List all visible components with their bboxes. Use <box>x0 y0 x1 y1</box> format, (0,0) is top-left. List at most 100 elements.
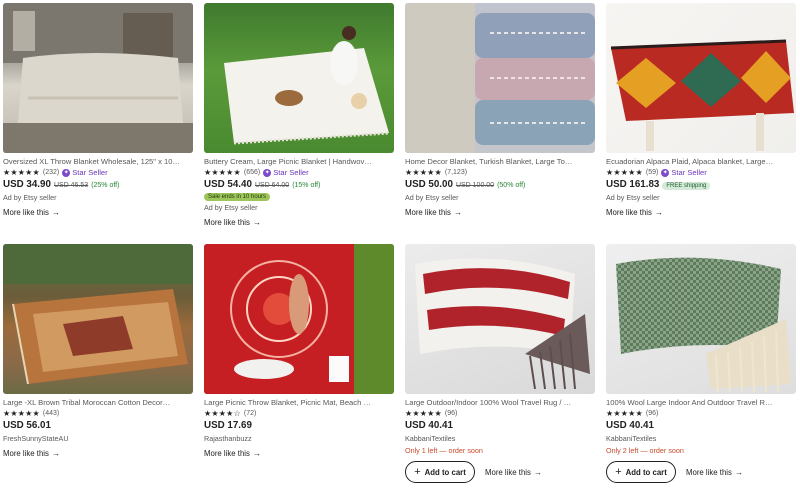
more-like-this-button[interactable]: More like this → <box>405 208 462 217</box>
rating-stars: ★★★★☆ <box>204 408 241 418</box>
price: USD 54.40 <box>204 179 252 190</box>
more-like-this-label: More like this <box>204 449 250 458</box>
rating-stars: ★★★★★ <box>3 408 40 418</box>
price: USD 40.41 <box>405 420 453 431</box>
arrow-right-icon: → <box>654 208 663 217</box>
more-like-this-label: More like this <box>686 467 732 477</box>
add-to-cart-button[interactable]: + Add to cart <box>606 461 676 483</box>
review-count: (59) <box>645 169 659 176</box>
review-count: (656) <box>243 169 261 176</box>
listing-image[interactable] <box>204 3 394 153</box>
more-like-this-button[interactable]: More like this → <box>686 468 743 477</box>
mandala-throw-illustration <box>204 244 394 394</box>
listing-card[interactable]: Oversized XL Throw Blanket Wholesale, 12… <box>3 3 193 217</box>
original-price: USD 64.00 <box>254 182 290 189</box>
arrow-right-icon: → <box>252 449 261 458</box>
listing-title[interactable]: Ecuadorian Alpaca Plaid, Alpaca blanket,… <box>606 157 796 167</box>
review-count: (232) <box>42 169 60 176</box>
striped-wool-rug-illustration <box>415 258 590 390</box>
add-to-cart-label: Add to cart <box>625 467 667 477</box>
rating-stars: ★★★★★ <box>3 167 40 177</box>
listing-title[interactable]: Large Picnic Throw Blanket, Picnic Mat, … <box>204 398 394 408</box>
picnic-blanket-illustration <box>224 26 390 145</box>
listing-title[interactable]: Buttery Cream, Large Picnic Blanket | Ha… <box>204 157 394 167</box>
ad-label: Ad by Etsy seller <box>3 193 57 202</box>
review-count: (96) <box>444 410 458 417</box>
more-like-this-button[interactable]: More like this → <box>485 468 542 477</box>
shop-name[interactable]: Rajasthanbuzz <box>204 434 394 444</box>
tribal-rug-illustration <box>3 244 193 385</box>
original-price: USD 46.53 <box>53 182 89 189</box>
add-to-cart-button[interactable]: + Add to cart <box>405 461 475 483</box>
listing-card[interactable]: Home Decor Blanket, Turkish Blanket, Lar… <box>405 3 595 217</box>
listing-title[interactable]: Large Outdoor/Indoor 100% Wool Travel Ru… <box>405 398 595 408</box>
listing-title[interactable]: Oversized XL Throw Blanket Wholesale, 12… <box>3 157 193 167</box>
arrow-right-icon: → <box>252 218 261 227</box>
review-count: (96) <box>645 410 659 417</box>
star-seller-icon: ✦ <box>661 168 670 177</box>
more-like-this-button[interactable]: More like this → <box>204 218 261 227</box>
star-seller-badge: ✦ Star Seller <box>263 168 309 177</box>
listing-card[interactable]: 100% Wool Large Indoor And Outdoor Trave… <box>606 244 796 483</box>
more-like-this-label: More like this <box>485 467 531 477</box>
rating-stars: ★★★★★ <box>405 408 442 418</box>
more-like-this-button[interactable]: More like this → <box>3 208 60 217</box>
review-count: (72) <box>243 410 257 417</box>
star-seller-icon: ✦ <box>263 168 272 177</box>
listing-image[interactable] <box>405 3 595 153</box>
price: USD 34.90 <box>3 179 51 190</box>
shop-name[interactable]: KabbaniTextiles <box>606 434 796 444</box>
add-to-cart-label: Add to cart <box>424 467 466 477</box>
rating-stars: ★★★★★ <box>606 408 643 418</box>
listing-title[interactable]: Home Decor Blanket, Turkish Blanket, Lar… <box>405 157 595 167</box>
ad-label: Ad by Etsy seller <box>204 203 258 212</box>
rating-stars: ★★★★★ <box>405 167 442 177</box>
rating-stars: ★★★★★ <box>204 167 241 177</box>
listing-card[interactable]: Large Picnic Throw Blanket, Picnic Mat, … <box>204 244 394 458</box>
price: USD 40.41 <box>606 420 654 431</box>
listing-image[interactable] <box>204 244 394 394</box>
more-like-this-button[interactable]: More like this → <box>204 449 261 458</box>
ad-label: Ad by Etsy seller <box>606 193 660 202</box>
price: USD 161.83 <box>606 179 660 190</box>
ad-label: Ad by Etsy seller <box>405 193 459 202</box>
check-wool-rug-illustration <box>616 257 791 393</box>
star-seller-label: Star Seller <box>671 168 707 177</box>
more-like-this-label: More like this <box>3 208 49 217</box>
plus-icon: + <box>414 466 421 478</box>
listing-grid: Oversized XL Throw Blanket Wholesale, 12… <box>0 0 800 488</box>
listing-image[interactable] <box>405 244 595 394</box>
alpaca-plaid-illustration <box>610 39 794 151</box>
sofa-blanket-illustration <box>3 3 193 153</box>
arrow-right-icon: → <box>51 208 60 217</box>
listing-title[interactable]: Large -XL Brown Tribal Moroccan Cotton D… <box>3 398 193 408</box>
free-shipping-badge: FREE shipping <box>662 182 711 190</box>
arrow-right-icon: → <box>453 208 462 217</box>
star-seller-icon: ✦ <box>62 168 71 177</box>
discount: (25% off) <box>91 182 120 189</box>
shop-name[interactable]: FreshSunnyStateAU <box>3 434 193 444</box>
more-like-this-button[interactable]: More like this → <box>3 449 60 458</box>
stock-warning: Only 1 left — order soon <box>405 446 483 455</box>
review-count: (443) <box>42 410 60 417</box>
plus-icon: + <box>615 466 622 478</box>
listing-card[interactable]: Buttery Cream, Large Picnic Blanket | Ha… <box>204 3 394 227</box>
price: USD 50.00 <box>405 179 453 190</box>
listing-image[interactable] <box>3 244 193 394</box>
star-seller-badge: ✦ Star Seller <box>661 168 707 177</box>
arrow-right-icon: → <box>734 467 743 477</box>
star-seller-label: Star Seller <box>72 168 108 177</box>
listing-title[interactable]: 100% Wool Large Indoor And Outdoor Trave… <box>606 398 796 408</box>
listing-card[interactable]: Large Outdoor/Indoor 100% Wool Travel Ru… <box>405 244 595 483</box>
listing-card[interactable]: Large -XL Brown Tribal Moroccan Cotton D… <box>3 244 193 458</box>
shop-name[interactable]: KabbaniTextiles <box>405 434 595 444</box>
review-count: (7,123) <box>444 169 468 176</box>
listing-card[interactable]: Ecuadorian Alpaca Plaid, Alpaca blanket,… <box>606 3 796 217</box>
rating-stars: ★★★★★ <box>606 167 643 177</box>
discount: (15% off) <box>292 182 321 189</box>
folded-blankets-illustration <box>405 3 595 153</box>
listing-image[interactable] <box>606 244 796 394</box>
more-like-this-button[interactable]: More like this → <box>606 208 663 217</box>
listing-image[interactable] <box>606 3 796 153</box>
listing-image[interactable] <box>3 3 193 153</box>
